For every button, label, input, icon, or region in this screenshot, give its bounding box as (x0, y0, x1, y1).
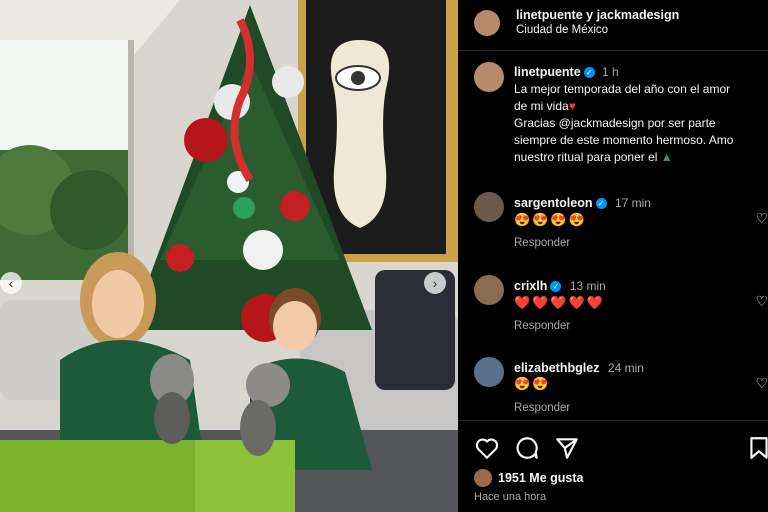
heart-icon[interactable] (474, 435, 500, 461)
caption-time: 1 h (602, 65, 619, 79)
comment-item: sargentoleon ✓ 17 min 😍😍😍😍 Responder ♡ (474, 192, 768, 262)
comment-text: 😍😍😍😍 (514, 212, 587, 227)
like-comment-icon[interactable]: ♡ (755, 375, 768, 392)
post-header-title[interactable]: linetpuente y jackmadesign (516, 8, 679, 22)
comment-user[interactable]: crixlh (514, 279, 547, 293)
chevron-left-icon: ‹ (8, 275, 14, 291)
comment-item: crixlh ✓ 13 min ❤️❤️❤️❤️❤️ Responder ♡ (474, 275, 768, 345)
like-comment-icon[interactable]: ♡ (755, 293, 768, 310)
comment-user[interactable]: sargentoleon (514, 196, 593, 210)
likes-count[interactable]: 1951 Me gusta (498, 471, 583, 485)
comment-user[interactable]: elizabethbglez (514, 361, 599, 375)
caption-line-1: La mejor temporada del año con el amor (514, 82, 731, 96)
comment-time: 24 min (607, 361, 644, 375)
post-photo: ‹ › (0, 0, 458, 512)
verified-icon: ✓ (550, 281, 562, 292)
caption-line-5: nuestro ritual para poner el (514, 150, 658, 164)
comment-time: 13 min (569, 279, 606, 293)
next-image-button[interactable]: › (424, 272, 446, 294)
caption-author[interactable]: linetpuente (514, 65, 581, 79)
comment-avatar[interactable] (474, 192, 504, 222)
chevron-right-icon: › (432, 275, 438, 291)
author-avatar[interactable] (474, 10, 500, 36)
comment-text: 😍😍 (514, 376, 551, 391)
likes-avatar (474, 469, 492, 487)
heart-emoji-icon: ♥ (568, 99, 576, 113)
tree-emoji-icon: ▲ (660, 150, 673, 164)
caption-line-3: Gracias @jackmadesign por ser parte (514, 116, 716, 130)
reply-button[interactable]: Responder (514, 402, 570, 414)
previous-image-button[interactable]: ‹ (0, 272, 22, 294)
comment-avatar[interactable] (474, 275, 504, 305)
verified-icon: ✓ (583, 67, 595, 78)
post-header: linetpuente y jackmadesign Ciudad de Méx… (458, 0, 768, 51)
post-location[interactable]: Ciudad de México (516, 24, 608, 36)
bookmark-icon[interactable] (746, 435, 768, 461)
comment-time: 17 min (614, 196, 651, 210)
comment-text: ❤️❤️❤️❤️❤️ (514, 295, 605, 310)
reply-button[interactable]: Responder (514, 320, 570, 332)
post-actions: 1951 Me gusta Hace una hora (458, 420, 768, 512)
reply-button[interactable]: Responder (514, 237, 570, 249)
comment-icon[interactable] (514, 435, 540, 461)
verified-icon: ✓ (595, 198, 607, 209)
caption-avatar[interactable] (474, 62, 504, 92)
photo-illustration (0, 0, 458, 512)
post-panel: linetpuente y jackmadesign Ciudad de Méx… (458, 0, 768, 512)
comment-avatar[interactable] (474, 357, 504, 387)
share-icon[interactable] (554, 435, 580, 461)
caption-line-2: de mi vida (514, 99, 569, 113)
caption-line-4: siempre de este momento hermoso. Amo (514, 133, 734, 147)
post-timestamp: Hace una hora (474, 491, 547, 503)
comment-item: elizabethbglez 24 min 😍😍 Responder ♡ (474, 357, 768, 419)
like-comment-icon[interactable]: ♡ (755, 210, 768, 227)
